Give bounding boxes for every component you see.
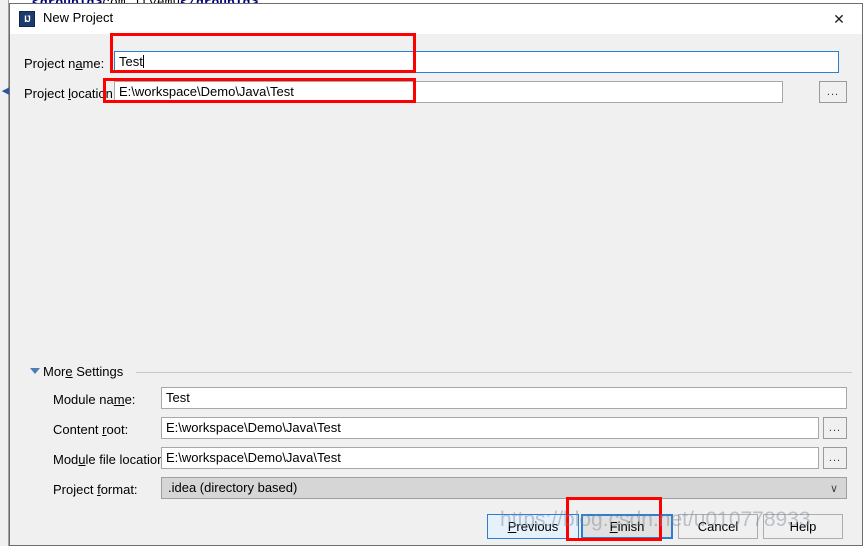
project-name-label: Project name:: [24, 56, 105, 71]
content-root-browse-button[interactable]: ...: [823, 417, 847, 439]
project-format-value: .idea (directory based): [168, 480, 298, 495]
project-name-input[interactable]: Test: [114, 51, 839, 73]
help-button[interactable]: Help: [763, 514, 843, 539]
chevron-down-icon: ∨: [829, 483, 838, 495]
module-name-input[interactable]: Test: [161, 387, 847, 409]
text-caret: [142, 55, 144, 68]
new-project-dialog: IJ New Project ✕ Project name: Test Proj…: [9, 3, 863, 546]
project-format-label: Project format:: [53, 482, 138, 497]
more-settings-expand-icon[interactable]: [30, 368, 40, 374]
more-settings-label: More Settings: [43, 364, 124, 379]
editor-left-gutter: [0, 0, 9, 546]
project-name-value: Test: [119, 54, 143, 69]
close-icon[interactable]: ✕: [816, 4, 862, 34]
project-location-label: Project location:: [24, 86, 117, 101]
finish-button[interactable]: Finish: [581, 514, 673, 539]
content-root-input[interactable]: E:\workspace\Demo\Java\Test: [161, 417, 819, 439]
more-settings-divider: [136, 372, 852, 373]
project-format-dropdown[interactable]: .idea (directory based) ∨: [161, 477, 847, 499]
screenshot-root: <groupId>com.ityemu</groupId> ◀ IJ New P…: [0, 0, 864, 546]
intellij-idea-icon: IJ: [19, 11, 35, 27]
module-file-location-label: Module file location:: [53, 452, 168, 467]
content-root-label: Content root:: [53, 422, 129, 437]
module-file-location-input[interactable]: E:\workspace\Demo\Java\Test: [161, 447, 819, 469]
module-name-label: Module name:: [53, 392, 136, 407]
dialog-title: New Project: [43, 10, 114, 25]
project-location-input[interactable]: E:\workspace\Demo\Java\Test: [114, 81, 783, 103]
dialog-titlebar: IJ New Project ✕: [10, 4, 862, 34]
cancel-button[interactable]: Cancel: [678, 514, 758, 539]
module-file-location-browse-button[interactable]: ...: [823, 447, 847, 469]
dialog-body: Project name: Test Project location: E:\…: [10, 34, 862, 545]
project-location-browse-button[interactable]: ...: [819, 81, 847, 103]
previous-button[interactable]: Previous: [487, 514, 579, 539]
